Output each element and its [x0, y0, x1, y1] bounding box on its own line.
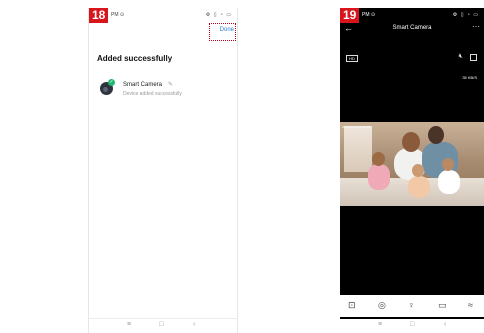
video-timestamp: 2021-10-14 09:16:43 — [342, 125, 370, 129]
status-time: PM ⊙ — [111, 12, 125, 18]
person-body — [408, 176, 430, 198]
system-nav-bar: ≡ □ ‹ — [89, 318, 237, 333]
live-video-feed[interactable]: 2021-10-14 09:16:43 — [340, 122, 484, 206]
status-icons: ⚙ ▯ ◔ ▭ — [205, 12, 232, 18]
video-window — [344, 126, 372, 172]
menu-nav-icon[interactable]: ≡ — [127, 321, 131, 328]
status-bar: PM ⊙ ⚙ ▯ ◔ ▭ — [89, 8, 237, 22]
system-nav-bar: ≡ □ ‹ — [340, 319, 484, 333]
phone-screen-added-successfully: 18 PM ⊙ ⚙ ▯ ◔ ▭ Done Added successfully … — [88, 8, 238, 333]
edit-pencil-icon[interactable]: ✎ — [168, 81, 173, 88]
checkmark-icon: ✓ — [108, 79, 115, 86]
fullscreen-icon[interactable] — [470, 54, 477, 61]
more-controls-icon[interactable]: ≈ — [468, 300, 473, 310]
person-head — [372, 152, 385, 166]
data-rate: 35 KB/S — [462, 75, 477, 80]
done-button[interactable]: Done — [220, 27, 234, 33]
home-nav-icon[interactable]: □ — [159, 321, 163, 328]
control-toolbar: ⊡ ◎ ♀ ▭ ≈ — [340, 295, 484, 317]
screenshot-icon[interactable]: ⊡ — [348, 300, 356, 311]
step-number-badge: 18 — [89, 8, 109, 23]
person-head — [402, 132, 420, 152]
person-head — [412, 164, 424, 177]
status-icons: ⚙ ▯ ◔ ▭ — [452, 12, 479, 18]
record-video-icon[interactable]: ▭ — [438, 300, 447, 311]
person-body — [368, 164, 390, 190]
status-time: PM ⊙ — [362, 12, 376, 18]
more-options-icon[interactable]: ··· — [472, 22, 480, 31]
device-status-text: Device added successfully — [123, 91, 182, 97]
back-nav-icon[interactable]: ‹ — [193, 321, 195, 328]
microphone-icon[interactable]: ♀ — [408, 300, 415, 310]
menu-nav-icon[interactable]: ≡ — [378, 321, 382, 328]
back-nav-icon[interactable]: ‹ — [444, 321, 446, 328]
camera-title: Smart Camera — [392, 25, 432, 31]
person-body — [438, 170, 460, 194]
app-header: ← Smart Camera ··· — [340, 22, 484, 38]
device-name: Smart Camera — [123, 82, 163, 88]
page-title: Added successfully — [97, 54, 173, 63]
person-head — [428, 126, 444, 144]
person-head — [442, 158, 454, 171]
phone-screen-live-view: 19 PM ⊙ ⚙ ▯ ◔ ▭ ← Smart Camera ··· HD 🔇︎… — [340, 8, 484, 333]
status-bar: PM ⊙ ⚙ ▯ ◔ ▭ — [340, 8, 484, 22]
camera-snapshot-icon[interactable]: ◎ — [378, 300, 386, 311]
step-number-badge: 19 — [340, 8, 360, 23]
home-nav-icon[interactable]: □ — [410, 321, 414, 328]
speaker-mute-icon[interactable]: 🔇︎ — [459, 53, 463, 61]
hd-quality-toggle[interactable]: HD — [346, 55, 358, 62]
